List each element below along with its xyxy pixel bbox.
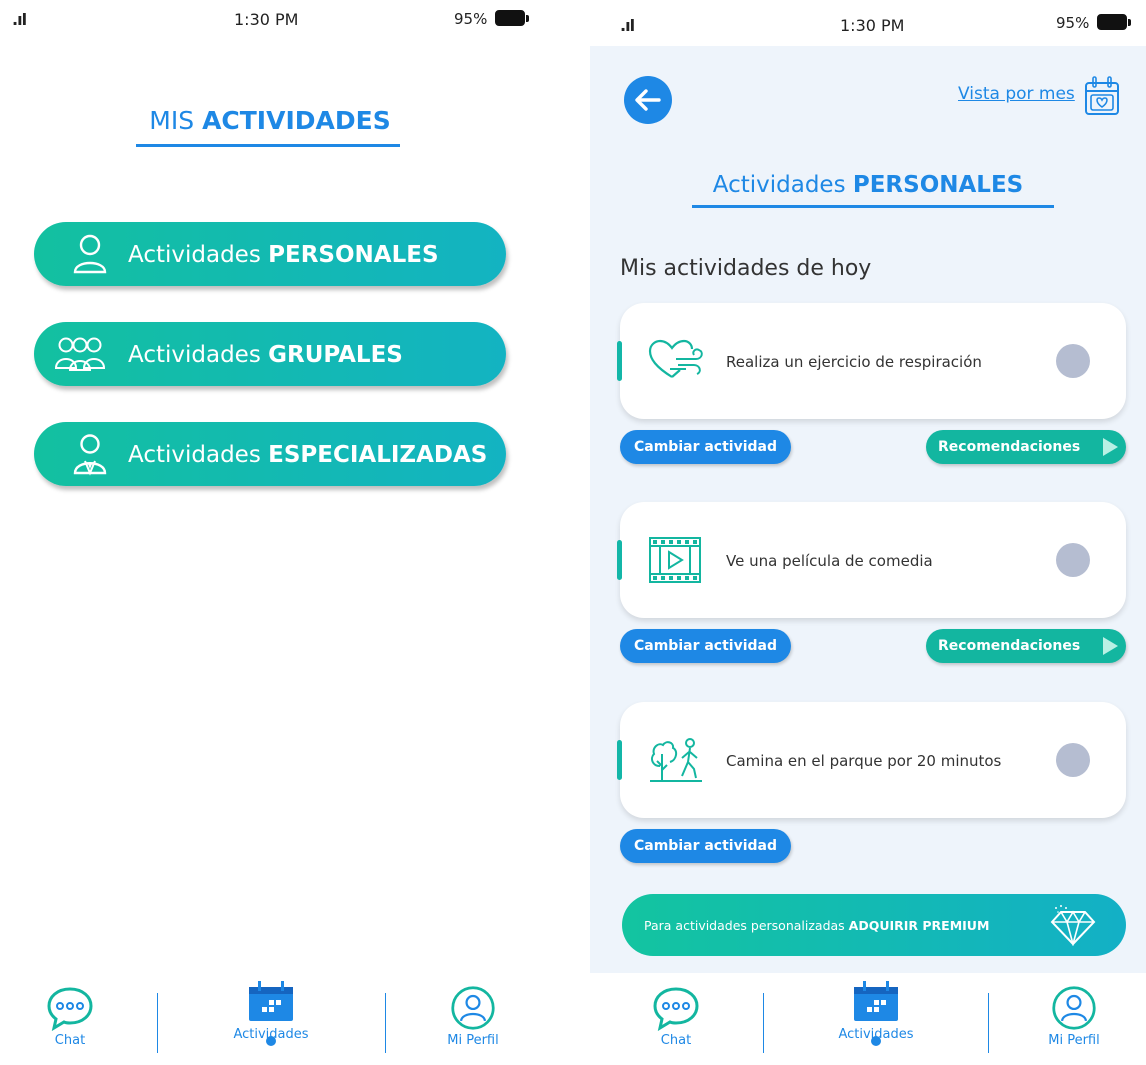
section-title: Mis actividades de hoy	[620, 256, 872, 281]
battery-percent: 95%	[454, 10, 488, 28]
status-time: 1:30 PM	[234, 10, 299, 29]
nav-actividades[interactable]: Actividades	[211, 973, 331, 1046]
bottom-nav: Chat Actividades Mi Perfil	[590, 973, 1146, 1065]
actividades-menu-screen: .ıl 1:30 PM 95% MIS ACTIVIDADES Activida…	[0, 0, 540, 1065]
battery-icon	[495, 10, 530, 26]
activity-text: Realiza un ejercicio de respiración	[726, 353, 982, 371]
activity-check[interactable]	[1056, 344, 1090, 378]
calendar-heart-icon[interactable]	[1084, 76, 1120, 116]
nav-divider	[763, 993, 764, 1053]
status-bar: .ıl 1:30 PM 95%	[590, 0, 1146, 46]
bottom-nav: Chat Actividades Mi Perfil	[0, 973, 540, 1065]
battery-status: 95%	[1056, 14, 1132, 32]
signal-icon: .ıl	[12, 10, 27, 29]
recommendations-label: Recomendaciones	[938, 439, 1081, 455]
profile-icon	[451, 986, 495, 1030]
activity-check[interactable]	[1056, 543, 1090, 577]
breathing-heart-icon	[648, 339, 703, 378]
signal-icon: .ıl	[620, 16, 635, 35]
diamond-icon	[1050, 905, 1096, 946]
group-icon	[54, 337, 106, 371]
recommendations-button[interactable]: Recomendaciones	[926, 629, 1126, 663]
active-indicator	[871, 1036, 881, 1046]
group-activities-label: Actividades GRUPALES	[128, 342, 403, 368]
activity-card: Camina en el parque por 20 minutos	[617, 702, 1126, 818]
back-button[interactable]	[624, 76, 672, 124]
premium-button[interactable]: Para actividades personalizadas ADQUIRIR…	[622, 894, 1126, 956]
activity-check[interactable]	[1056, 743, 1090, 777]
battery-percent: 95%	[1056, 14, 1090, 32]
nav-chat-label: Chat	[54, 1033, 86, 1048]
activity-card: Ve una película de comedia	[617, 502, 1126, 618]
change-activity-button[interactable]: Cambiar actividad	[620, 629, 792, 663]
nav-divider	[385, 993, 386, 1053]
calendar-icon	[249, 981, 293, 1021]
specialized-activities-label: Actividades ESPECIALIZADAS	[128, 442, 488, 468]
walk-park-icon	[650, 738, 702, 782]
play-icon	[1103, 438, 1118, 456]
specialist-icon	[73, 434, 107, 476]
activity-card: Realiza un ejercicio de respiración	[617, 303, 1126, 419]
nav-divider	[988, 993, 989, 1053]
change-activity-button[interactable]: Cambiar actividad	[620, 829, 792, 863]
activity-text: Camina en el parque por 20 minutos	[726, 752, 1002, 770]
status-bar: .ıl 1:30 PM 95%	[0, 0, 540, 46]
page-title: MIS ACTIVIDADES	[149, 106, 391, 135]
card-accent	[617, 740, 622, 780]
personal-activities-label: Actividades PERSONALES	[128, 242, 439, 268]
profile-icon	[1052, 986, 1096, 1030]
nav-chat-label: Chat	[660, 1033, 692, 1048]
group-activities-button[interactable]: Actividades GRUPALES	[34, 322, 506, 386]
play-icon	[1103, 637, 1118, 655]
nav-divider	[157, 993, 158, 1053]
specialized-activities-button[interactable]: Actividades ESPECIALIZADAS	[34, 422, 506, 486]
arrow-left-icon	[635, 89, 661, 111]
chat-icon	[47, 987, 93, 1031]
battery-icon	[1097, 14, 1132, 30]
recommendations-label: Recomendaciones	[938, 638, 1081, 654]
title-underline	[692, 205, 1054, 208]
page-title: Actividades PERSONALES	[712, 172, 1024, 198]
film-icon	[649, 537, 701, 583]
title-underline	[136, 144, 400, 147]
nav-chat[interactable]: Chat	[616, 973, 736, 1048]
active-indicator	[266, 1036, 276, 1046]
person-icon	[73, 234, 107, 274]
battery-status: 95%	[454, 10, 530, 28]
nav-perfil[interactable]: Mi Perfil	[413, 973, 533, 1048]
nav-perfil[interactable]: Mi Perfil	[1014, 973, 1134, 1048]
chat-icon	[653, 987, 699, 1031]
month-view-link[interactable]: Vista por mes	[958, 84, 1075, 104]
card-accent	[617, 540, 622, 580]
nav-perfil-label: Mi Perfil	[447, 1033, 499, 1048]
activity-text: Ve una película de comedia	[726, 552, 933, 570]
nav-actividades[interactable]: Actividades	[816, 973, 936, 1046]
nav-perfil-label: Mi Perfil	[1048, 1033, 1100, 1048]
nav-chat[interactable]: Chat	[10, 973, 130, 1048]
change-activity-button[interactable]: Cambiar actividad	[620, 430, 792, 464]
personal-activities-button[interactable]: Actividades PERSONALES	[34, 222, 506, 286]
status-time: 1:30 PM	[840, 16, 905, 35]
recommendations-button[interactable]: Recomendaciones	[926, 430, 1126, 464]
premium-text: Para actividades personalizadas ADQUIRIR…	[644, 918, 990, 933]
card-accent	[617, 341, 622, 381]
personal-activities-screen: .ıl 1:30 PM 95% Vista por mes Actividade…	[590, 0, 1146, 1065]
calendar-icon	[854, 981, 898, 1021]
